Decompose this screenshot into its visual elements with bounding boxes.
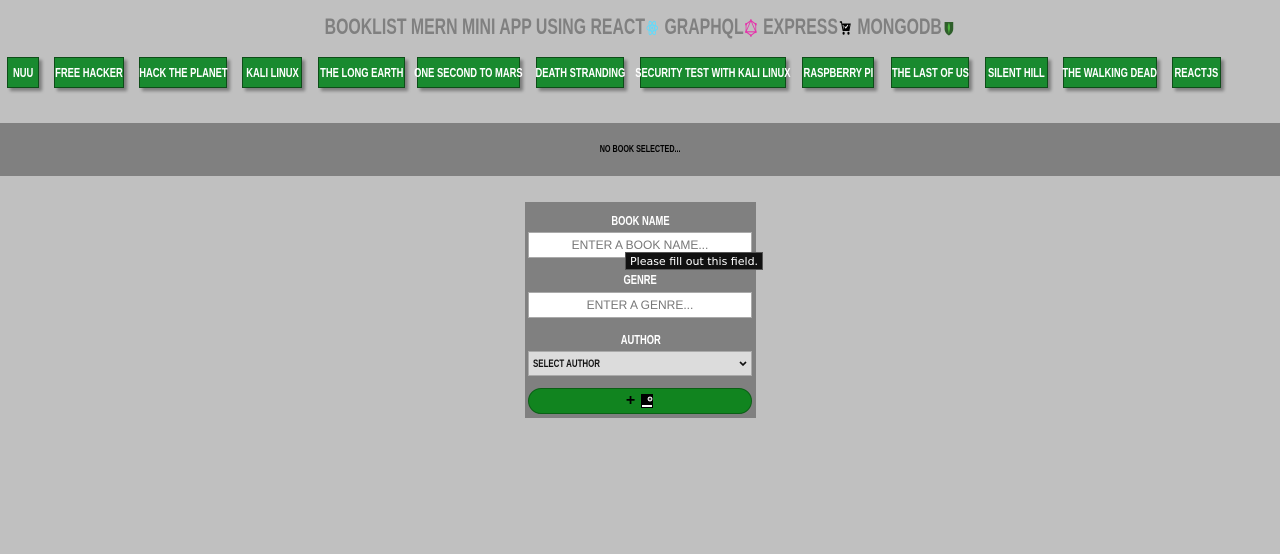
book-label: DEATH STRANDING	[535, 65, 625, 80]
book-button-death-stranding[interactable]: DEATH STRANDING	[535, 57, 625, 88]
book-button-one-second-to-mars[interactable]: ONE SECOND TO MARS	[414, 57, 523, 88]
book-label: KALI LINUX	[245, 65, 299, 80]
chevron-down-icon	[739, 360, 747, 366]
book-button-the-long-earth[interactable]: THE LONG EARTH	[318, 57, 405, 88]
book-button-nuu[interactable]: NUU	[7, 57, 39, 88]
page-title: BOOKLIST MERN MINI APP USING REACT GRAPH…	[0, 14, 1280, 44]
add-book-button[interactable]: +	[528, 388, 752, 414]
genre-input[interactable]	[528, 292, 752, 318]
title-segment-mongodb: MONGODB	[857, 14, 955, 40]
book-label: THE LAST OF US	[891, 65, 969, 80]
title-text-mongodb: MONGODB	[857, 14, 942, 39]
book-list: NUU FREE HACKER HACK THE PLANET KALI LIN…	[7, 57, 1280, 89]
book-button-the-walking-dead[interactable]: THE WALKING DEAD	[1063, 57, 1157, 88]
title-text-express: EXPRESS	[762, 14, 838, 39]
genre-label: GENRE	[623, 272, 658, 287]
title-text-react: BOOKLIST MERN MINI APP USING REACT	[324, 14, 645, 39]
book-label: HACK THE PLANET	[138, 65, 228, 80]
book-details-text: NO BOOK SELECTED...	[599, 144, 681, 155]
validation-tooltip: Please fill out this field.	[625, 252, 764, 270]
add-book-form: BOOK NAME GENRE AUTHOR SELECT AUTHOR +	[525, 202, 756, 418]
book-label: THE WALKING DEAD	[1062, 65, 1158, 80]
book-button-kali-linux[interactable]: KALI LINUX	[242, 57, 302, 88]
book-button-hack-the-planet[interactable]: HACK THE PLANET	[139, 57, 227, 88]
book-label: THE LONG EARTH	[319, 65, 404, 80]
title-segment-react: BOOKLIST MERN MINI APP USING REACT	[325, 14, 659, 40]
book-details-panel: NO BOOK SELECTED...	[0, 123, 1280, 176]
book-label: SILENT HILL	[988, 65, 1045, 80]
book-button-the-last-of-us[interactable]: THE LAST OF US	[891, 57, 969, 88]
book-button-free-hacker[interactable]: FREE HACKER	[54, 57, 124, 88]
book-label: NUU	[12, 65, 34, 80]
book-label: FREE HACKER	[55, 65, 123, 80]
graphql-icon	[744, 19, 757, 38]
author-select-value: SELECT AUTHOR	[533, 357, 601, 370]
react-icon	[646, 20, 658, 36]
author-label: AUTHOR	[620, 332, 661, 347]
title-segment-express: EXPRESS	[763, 14, 852, 40]
title-text-graphql: GRAPHQL	[664, 14, 744, 39]
book-button-reactjs[interactable]: REACTJS	[1172, 57, 1221, 88]
book-label: ONE SECOND TO MARS	[414, 65, 523, 80]
title-segment-graphql: GRAPHQL	[664, 14, 757, 40]
book-icon	[641, 394, 654, 408]
add-button-label: +	[625, 392, 636, 409]
book-name-label: BOOK NAME	[611, 213, 670, 228]
book-label: REACTJS	[1174, 65, 1219, 80]
mongodb-icon	[944, 22, 954, 36]
book-button-silent-hill[interactable]: SILENT HILL	[985, 57, 1048, 88]
book-button-raspberry-pi[interactable]: RASPBERRY PI	[802, 57, 874, 88]
book-label: RASPBERRY PI	[803, 65, 873, 80]
book-label: SECURITY TEST WITH KALI LINUX	[635, 65, 791, 80]
express-icon	[839, 21, 851, 35]
author-select[interactable]: SELECT AUTHOR	[528, 351, 752, 376]
book-button-security-test[interactable]: SECURITY TEST WITH KALI LINUX	[635, 57, 791, 88]
tooltip-text: Please fill out this field.	[630, 255, 759, 268]
